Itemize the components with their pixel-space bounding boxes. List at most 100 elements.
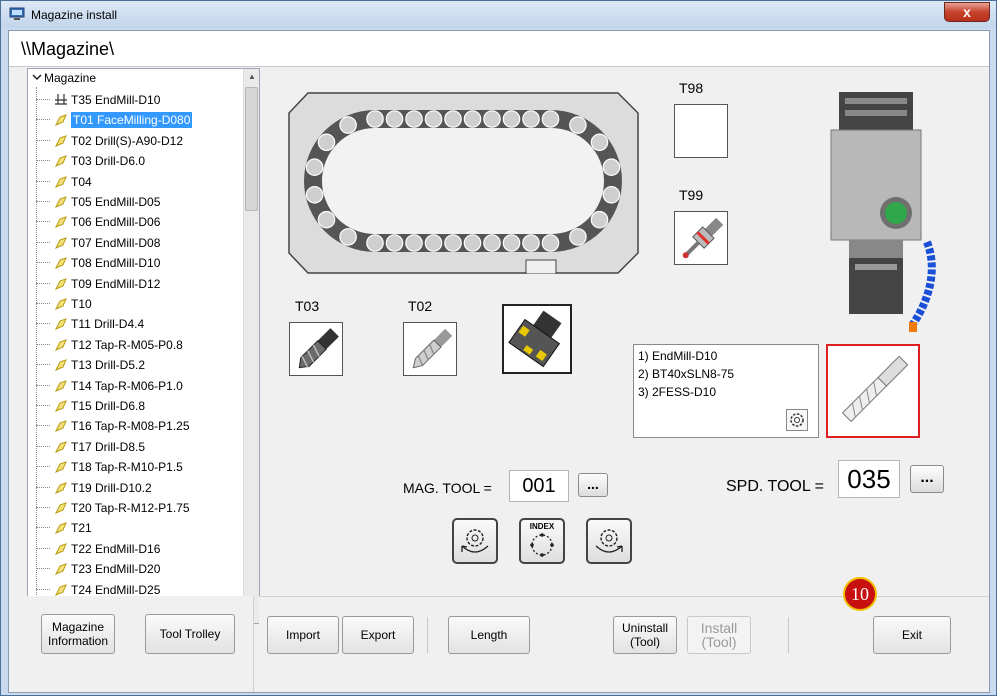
spindle-tool-slot[interactable]: [826, 344, 920, 438]
tree-item[interactable]: T19 Drill-D10.2: [36, 479, 152, 497]
tree-item[interactable]: T01 FaceMilling-D080: [36, 111, 193, 129]
tree-item[interactable]: T07 EndMill-D08: [36, 234, 160, 252]
pocket: [522, 234, 540, 252]
tree-item-label: T21: [71, 521, 92, 536]
tree-item[interactable]: T21: [36, 519, 92, 537]
tree-item[interactable]: T09 EndMill-D12: [36, 275, 160, 293]
tool-icon: [54, 236, 67, 249]
tree-connector: [36, 568, 50, 570]
tree-item[interactable]: T14 Tap-R-M06-P1.0: [36, 377, 183, 395]
mag-tool-label: MAG. TOOL =: [403, 480, 492, 496]
tree-item[interactable]: T10: [36, 295, 92, 313]
chevron-down-icon[interactable]: [32, 72, 42, 82]
mag-tool-field[interactable]: 001: [509, 470, 569, 502]
magazine-information-button[interactable]: Magazine Information: [41, 614, 115, 654]
tree-connector: [36, 262, 50, 264]
tree-item-label: T14 Tap-R-M06-P1.0: [71, 378, 183, 393]
tree-connector: [36, 588, 50, 590]
path-text: \\Magazine\: [21, 39, 115, 59]
tool-icon: [54, 461, 67, 474]
tree-connector: [36, 384, 50, 386]
index-button[interactable]: INDEX: [519, 518, 565, 564]
magazine-tree[interactable]: Magazine T35 EndMill-D10 T01 FaceMilling-…: [27, 68, 260, 624]
scroll-thumb[interactable]: [245, 87, 258, 211]
export-button[interactable]: Export: [342, 616, 414, 654]
close-button[interactable]: x: [944, 2, 990, 22]
tree-item-label: T23 EndMill-D20: [71, 562, 161, 577]
tree-item[interactable]: T04: [36, 173, 92, 191]
tree-item-label: T04: [71, 174, 92, 189]
tree-item[interactable]: T18 Tap-R-M10-P1.5: [36, 458, 183, 476]
tool-info-box: 1) EndMill-D10 2) BT40xSLN8-75 3) 2FESS-…: [633, 344, 819, 438]
magazine-panel: T98 T99 T03 T02 1) EndMill-D10 2) BT40xS…: [260, 68, 971, 624]
uninstall-tool-button[interactable]: Uninstall (Tool): [613, 616, 677, 654]
exit-button[interactable]: Exit: [873, 616, 951, 654]
touch-probe-icon: [682, 217, 724, 259]
magazine-chain-icon[interactable]: [288, 92, 640, 274]
tree-item[interactable]: T06 EndMill-D06: [36, 213, 160, 231]
tree-item[interactable]: T17 Drill-D8.5: [36, 438, 145, 456]
tree-item[interactable]: T15 Drill-D6.8: [36, 397, 145, 415]
tree-item-label: T03 Drill-D6.0: [71, 154, 146, 169]
tree-item[interactable]: T03 Drill-D6.0: [36, 152, 146, 170]
current-tool-slot[interactable]: [502, 304, 572, 374]
t99-label: T99: [679, 187, 704, 203]
mag-tool-browse-button[interactable]: ...: [578, 473, 608, 497]
tree-root-label: Magazine: [44, 71, 97, 85]
tree-connector: [36, 507, 50, 508]
tree-item[interactable]: T23 EndMill-D20: [36, 560, 161, 578]
t02-slot[interactable]: [403, 322, 457, 376]
tree-connector: [36, 323, 50, 325]
scroll-up-icon[interactable]: ▲: [244, 69, 259, 85]
pocket: [305, 158, 324, 176]
tree-connector: [36, 221, 50, 223]
t99-slot[interactable]: [674, 211, 728, 265]
tree-item[interactable]: T35 EndMill-D10: [36, 91, 160, 109]
tree-item-label: T01 FaceMilling-D080: [71, 112, 193, 129]
spd-tool-browse-button[interactable]: ...: [910, 465, 944, 493]
tree-item[interactable]: T05 EndMill-D05: [36, 193, 160, 211]
import-button[interactable]: Import: [267, 616, 339, 654]
t03-label: T03: [295, 298, 320, 314]
pocket: [541, 110, 560, 128]
t03-slot[interactable]: [289, 322, 343, 376]
tree-connector: [36, 364, 50, 366]
length-button[interactable]: Length: [448, 616, 530, 654]
tree-connector: [36, 405, 50, 406]
spindle-icon: [55, 94, 67, 105]
install-tool-button: Install (Tool): [687, 616, 751, 654]
tree-connector: [36, 99, 50, 100]
tree-item-label: T08 EndMill-D10: [71, 256, 161, 271]
pocket: [317, 210, 336, 229]
index-label: INDEX: [529, 522, 555, 531]
rotate-ccw-button[interactable]: [452, 518, 498, 564]
spd-tool-label: SPD. TOOL =: [726, 478, 824, 495]
tool-icon: [54, 563, 67, 576]
tool-trolley-button[interactable]: Tool Trolley: [145, 614, 235, 654]
window-title: Magazine install: [31, 8, 118, 22]
spd-tool-field[interactable]: 035: [838, 460, 900, 498]
tree-item-label: T13 Drill-D5.2: [71, 358, 146, 373]
tree-item-label: T16 Tap-R-M08-P1.25: [71, 419, 190, 434]
tree-item[interactable]: T20 Tap-R-M12-P1.75: [36, 499, 190, 517]
bottom-left-panel: Magazine Information Tool Trolley: [9, 596, 254, 692]
tree-item[interactable]: T02 Drill(S)-A90-D12: [36, 132, 183, 150]
tree-root[interactable]: Magazine: [32, 71, 96, 85]
pocket: [569, 228, 587, 246]
tree-connector: [36, 527, 50, 529]
tree-scrollbar[interactable]: ▲ ▼: [243, 69, 259, 623]
title-bar: Magazine install x: [1, 1, 996, 28]
tree-item[interactable]: T08 EndMill-D10: [36, 254, 161, 272]
rotate-cw-button[interactable]: [586, 518, 632, 564]
tree-item[interactable]: T11 Drill-D4.4: [36, 315, 144, 333]
pocket: [385, 234, 404, 252]
tree-item-label: T10: [71, 297, 92, 311]
pocket: [405, 234, 423, 252]
tree-item-label: T19 Drill-D10.2: [71, 480, 152, 495]
tool-settings-button[interactable]: [786, 409, 808, 431]
tree-item[interactable]: T13 Drill-D5.2: [36, 356, 146, 374]
tree-item[interactable]: T12 Tap-R-M05-P0.8: [36, 336, 183, 354]
t98-slot[interactable]: [674, 104, 728, 158]
tree-item[interactable]: T16 Tap-R-M08-P1.25: [36, 417, 190, 435]
tree-item[interactable]: T22 EndMill-D16: [36, 540, 160, 558]
